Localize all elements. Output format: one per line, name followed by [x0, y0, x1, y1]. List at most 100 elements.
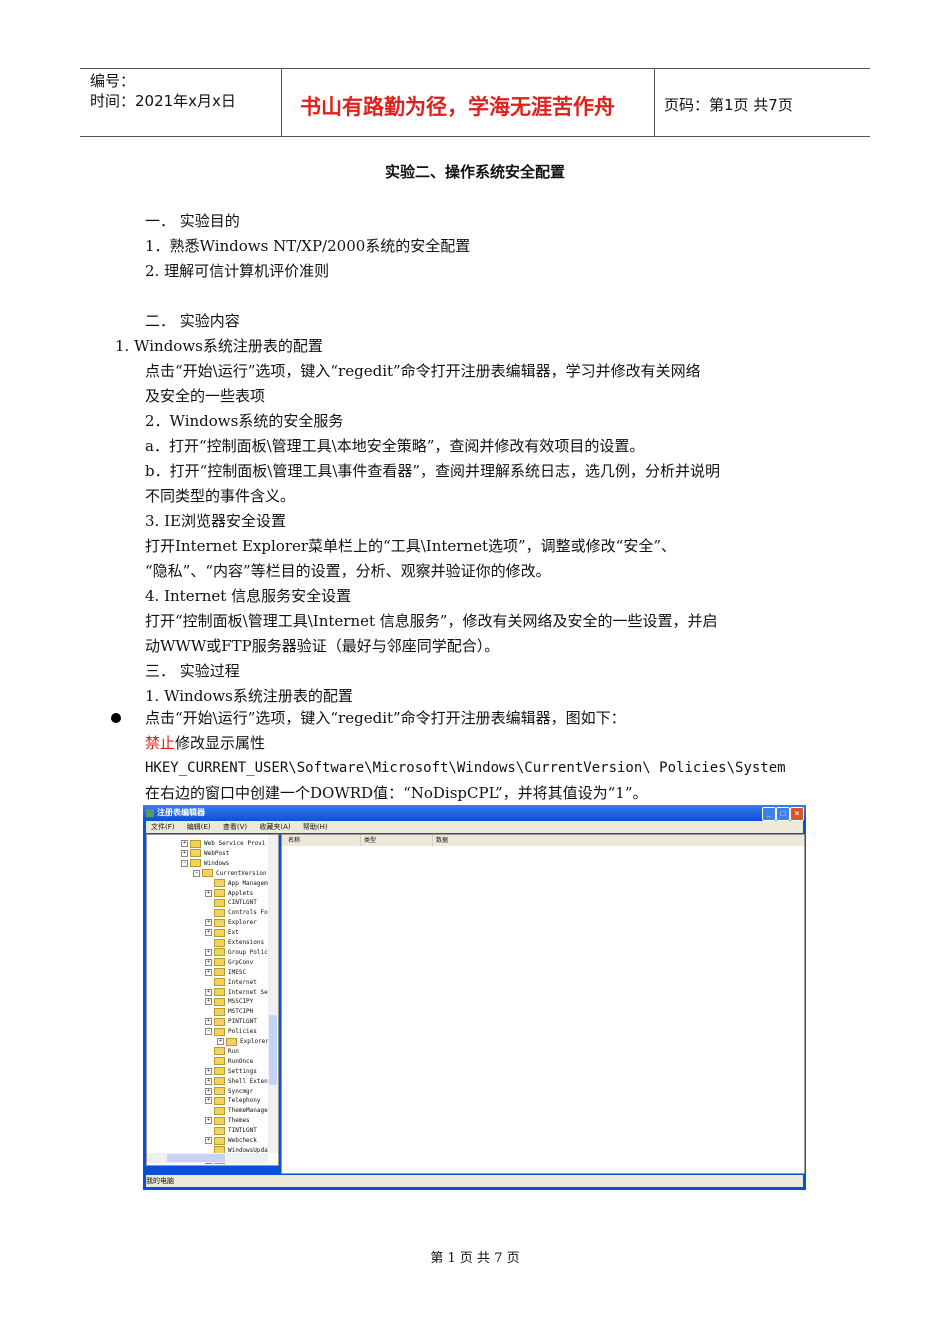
tree-item-label: Ext: [228, 929, 239, 937]
tree-item[interactable]: + Shell Exten: [205, 1077, 268, 1087]
menu-favorites[interactable]: 收藏夹(A): [259, 823, 290, 831]
close-button[interactable]: ×: [790, 807, 804, 821]
tree-item[interactable]: + Internet Se: [205, 988, 268, 998]
slogan: 书山有路勤为径，学海无涯苦作舟: [300, 95, 615, 119]
expand-icon[interactable]: +: [205, 1117, 212, 1125]
column-data[interactable]: 数据: [432, 835, 448, 846]
expand-icon[interactable]: +: [205, 1018, 212, 1026]
expand-icon[interactable]: +: [205, 998, 212, 1006]
maximize-button[interactable]: □: [776, 807, 790, 821]
expand-icon[interactable]: +: [181, 849, 188, 857]
tree-vertical-scrollbar[interactable]: [268, 835, 278, 1153]
tree-item[interactable]: + Webcheck: [205, 1136, 257, 1146]
tree-item[interactable]: RunOnce: [205, 1057, 253, 1067]
page-info: 页码：第1页 共7页: [664, 96, 793, 114]
folder-icon: [214, 1106, 225, 1115]
text-line: 二． 实验内容: [145, 312, 240, 330]
tree-item[interactable]: Run: [205, 1047, 239, 1057]
tree-item-label: Explorer: [240, 1038, 269, 1045]
folder-icon: [214, 1116, 225, 1125]
collapse-icon[interactable]: −: [193, 869, 200, 877]
expand-icon[interactable]: +: [181, 840, 188, 847]
tree-item[interactable]: App Managem: [205, 879, 268, 889]
tree-item[interactable]: ThemeManage: [205, 1106, 268, 1116]
text-line: 打开“控制面板\管理工具\Internet 信息服务”，修改有关网络及安全的一些…: [145, 612, 718, 630]
tree-item[interactable]: Controls Fo: [205, 908, 268, 918]
expand-icon[interactable]: +: [205, 948, 212, 956]
tree-item[interactable]: + Explorer: [217, 1037, 269, 1047]
text-line: 点击“开始\运行”选项，键入“regedit”命令打开注册表编辑器，图如下：: [145, 709, 626, 727]
tree-item[interactable]: + Explorer: [205, 918, 257, 928]
column-type[interactable]: 类型: [360, 835, 376, 846]
folder-icon: [214, 1096, 225, 1105]
tree-item[interactable]: + Settings: [205, 1067, 257, 1077]
menu-help[interactable]: 帮助(H): [303, 823, 328, 831]
tree-item[interactable]: MSTCIPH: [205, 1007, 253, 1017]
expand-icon[interactable]: +: [205, 958, 212, 966]
tree-item-label: Telephony: [228, 1097, 261, 1105]
tree-horizontal-scrollbar[interactable]: [147, 1153, 268, 1163]
text-line: 4. Internet 信息服务安全设置: [145, 587, 352, 605]
expand-icon[interactable]: +: [205, 889, 212, 897]
expand-icon[interactable]: +: [205, 968, 212, 976]
tree-item-label: Webcheck: [228, 1137, 257, 1144]
number-label: 编号：: [90, 72, 136, 90]
tree-item[interactable]: Extensions: [205, 938, 264, 948]
expand-icon[interactable]: +: [205, 988, 212, 996]
collapse-icon[interactable]: −: [205, 1028, 212, 1036]
expand-icon[interactable]: +: [205, 1097, 212, 1105]
expand-icon[interactable]: +: [205, 929, 212, 937]
tree-item[interactable]: − Windows: [181, 859, 229, 869]
folder-icon: [202, 869, 213, 878]
tree-item-label: MSTCIPH: [228, 1008, 254, 1016]
expand-icon[interactable]: +: [205, 1137, 212, 1144]
expand-icon[interactable]: +: [205, 1087, 212, 1095]
folder-icon: [214, 997, 225, 1006]
tree-item-label: Extensions: [228, 939, 265, 946]
menu-view[interactable]: 查看(V): [223, 823, 247, 831]
expand-icon[interactable]: +: [205, 1067, 212, 1075]
header-meta: 编号： 时间：2021年x月x日: [90, 71, 236, 111]
menu-file[interactable]: 文件(F): [151, 823, 175, 831]
page-footer: 第 1 页 共 7 页: [430, 1251, 520, 1266]
folder-icon: [214, 918, 225, 927]
expand-icon[interactable]: +: [205, 919, 212, 927]
tree-item[interactable]: + Group Polic: [205, 948, 268, 958]
tree-item[interactable]: + Telephony: [205, 1096, 261, 1106]
tree-item[interactable]: + Applets: [205, 889, 253, 899]
tree-item[interactable]: + GrpConv: [205, 958, 253, 968]
forbid-rest: 修改显示属性: [175, 734, 266, 752]
tree-item-label: Group Polic: [228, 948, 268, 956]
folder-icon: [214, 1017, 225, 1026]
tree-item-label: Windows: [204, 859, 230, 867]
tree-item[interactable]: Internet: [205, 978, 257, 988]
tree-item[interactable]: + Web Service Provi: [181, 839, 265, 849]
tree-item[interactable]: + PINTLGNT: [205, 1017, 257, 1027]
tree-item-label: Policies: [228, 1028, 257, 1036]
tree-item[interactable]: + WebPost: [181, 849, 229, 859]
tree-item[interactable]: CINTLGNT: [205, 898, 257, 908]
tree-item[interactable]: + Themes: [205, 1116, 250, 1126]
tree-item[interactable]: − CurrentVersion: [193, 869, 267, 879]
tree-item-label: Controls Fo: [228, 909, 268, 917]
tree-item[interactable]: + Ext: [205, 928, 239, 938]
minimize-button[interactable]: _: [762, 807, 776, 821]
text-line: 点击“开始\运行”选项，键入“regedit”命令打开注册表编辑器，学习并修改有…: [145, 362, 701, 380]
expand-icon[interactable]: +: [217, 1038, 224, 1045]
tree-item-label: GrpConv: [228, 958, 254, 966]
folder-icon: [214, 948, 225, 957]
collapse-icon[interactable]: −: [181, 859, 188, 867]
tree-item[interactable]: TINTLGNT: [205, 1126, 257, 1136]
tree-item[interactable]: + MSSCIPY: [205, 997, 253, 1007]
expand-icon[interactable]: +: [205, 1077, 212, 1085]
column-name[interactable]: 名称: [288, 835, 300, 846]
tree-item-label: CINTLGNT: [228, 899, 257, 907]
text-line: a．打开“控制面板\管理工具\本地安全策略”，查阅并修改有效项目的设置。: [145, 437, 645, 455]
menu-edit[interactable]: 编辑(E): [187, 823, 211, 831]
text-line: 不同类型的事件含义。: [145, 487, 296, 505]
tree-item[interactable]: − Policies: [205, 1027, 257, 1037]
column-headers: 名称 类型 数据: [282, 835, 804, 846]
tree-item[interactable]: + IMESC: [205, 968, 246, 978]
tree-item[interactable]: + Syncmgr: [205, 1087, 253, 1097]
divider: [654, 69, 655, 136]
